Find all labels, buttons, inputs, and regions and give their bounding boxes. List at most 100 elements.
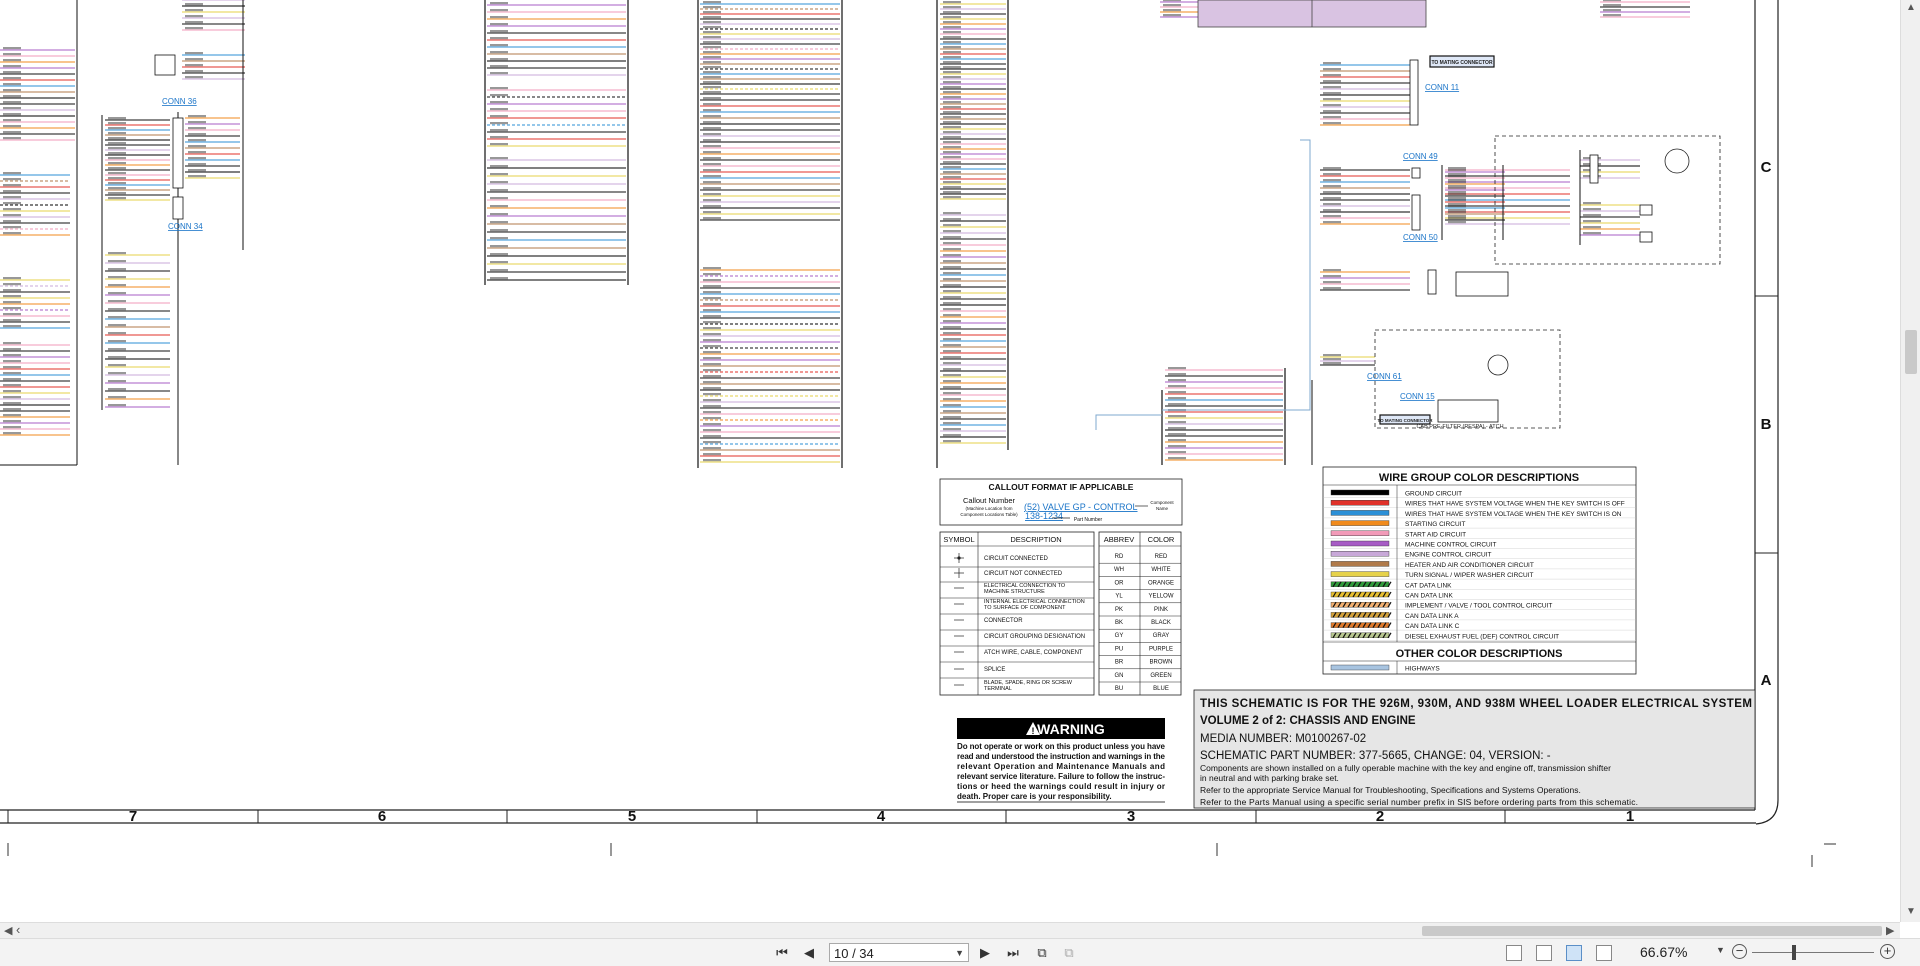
horizontal-scroll-thumb[interactable] bbox=[1422, 926, 1882, 936]
symbol-desc-9: SPLICE bbox=[984, 667, 1005, 673]
abbrev-code: BU bbox=[1115, 686, 1123, 692]
continuous-facing-view-icon[interactable] bbox=[1596, 945, 1612, 961]
svg-text:Part Number: Part Number bbox=[1074, 517, 1103, 523]
abbrev-code: OR bbox=[1115, 580, 1125, 586]
scroll-left-icon[interactable]: ◀ bbox=[4, 924, 12, 937]
abbrev-color-name: BLACK bbox=[1151, 620, 1171, 626]
abbrev-color-name: BLUE bbox=[1153, 686, 1169, 692]
row-label-c: C bbox=[1761, 159, 1772, 176]
scroll-right-icon[interactable]: ▶ bbox=[1886, 924, 1894, 937]
title-line-2: VOLUME 2 of 2: CHASSIS AND ENGINE bbox=[1200, 715, 1416, 727]
symbol-desc-1: CIRCUIT NOT CONNECTED bbox=[984, 571, 1063, 577]
abbrev-color-name: GREEN bbox=[1150, 673, 1171, 679]
svg-text:CALLOUT FORMAT IF APPLICABLE: CALLOUT FORMAT IF APPLICABLE bbox=[989, 482, 1134, 492]
wire-group-legend: WIRE GROUP COLOR DESCRIPTIONS GROUND CIR… bbox=[1322, 466, 1637, 675]
previous-page-button[interactable]: ◀ bbox=[800, 944, 818, 962]
continuous-view-icon[interactable] bbox=[1536, 945, 1552, 961]
vertical-scroll-thumb[interactable] bbox=[1905, 330, 1917, 374]
wire-group-label: HEATER AND AIR CONDITIONER CIRCUIT bbox=[1405, 562, 1534, 569]
facing-view-icon[interactable] bbox=[1566, 945, 1582, 961]
conn-label-36: CONN 36 bbox=[162, 97, 197, 106]
wire-group-label: CAN DATA LINK C bbox=[1405, 623, 1460, 630]
svg-text:SYMBOL: SYMBOL bbox=[943, 535, 974, 544]
title-line-1: THIS SCHEMATIC IS FOR THE 926M, 930M, AN… bbox=[1200, 698, 1752, 710]
first-page-button[interactable]: ⏮ bbox=[773, 944, 791, 962]
row-label-b: B bbox=[1761, 416, 1772, 433]
abbrev-code: GY bbox=[1115, 633, 1124, 639]
abbrev-color-name: PINK bbox=[1154, 607, 1168, 613]
wire-group-label: CAN DATA LINK A bbox=[1405, 613, 1459, 620]
callout-format-box: CALLOUT FORMAT IF APPLICABLE Callout Num… bbox=[939, 478, 1183, 526]
blower-motor-symbol bbox=[1664, 148, 1690, 174]
horizontal-scrollbar[interactable]: ◀ ‹ ▶ bbox=[0, 922, 1900, 939]
svg-text:in neutral and with parking br: in neutral and with parking brake set. bbox=[1200, 773, 1339, 783]
last-page-button[interactable]: ⏭ bbox=[1004, 944, 1022, 962]
wire-group-label: WIRES THAT HAVE SYSTEM VOLTAGE WHEN THE … bbox=[1405, 511, 1622, 518]
scroll-left-chevron-icon[interactable]: ‹ bbox=[16, 922, 20, 937]
svg-text:Name: Name bbox=[1156, 506, 1169, 511]
next-page-button[interactable]: ▶ bbox=[976, 944, 994, 962]
mating-connector-box-2: TO MATING CONNECTOR bbox=[1378, 414, 1434, 425]
wire-color-swatch bbox=[1330, 500, 1390, 506]
symbol-desc-0: CIRCUIT CONNECTED bbox=[984, 556, 1049, 562]
col-label-2: 2 bbox=[1376, 808, 1384, 825]
svg-text:Components are shown installed: Components are shown installed on a full… bbox=[1200, 763, 1611, 773]
svg-text:Component: Component bbox=[1150, 500, 1174, 505]
wire-group-label: CAN DATA LINK bbox=[1405, 593, 1453, 600]
module-label: CAB PRE-FILTER (RESPA) - ATCH bbox=[1416, 424, 1503, 430]
page-number-field[interactable]: 10 / 34 ▼ bbox=[829, 943, 969, 962]
page-indicator: 10 / 34 bbox=[834, 946, 874, 961]
wire-color-swatch bbox=[1330, 551, 1390, 557]
zoom-value: 66.67% bbox=[1640, 944, 1688, 960]
scroll-down-icon[interactable]: ▼ bbox=[1905, 906, 1917, 918]
conn-label-15: CONN 15 bbox=[1400, 392, 1435, 401]
wire-color-swatch bbox=[1330, 561, 1390, 567]
goto-next-view-icon[interactable]: ⧉ bbox=[1060, 944, 1078, 962]
wire-color-swatch bbox=[1330, 520, 1390, 526]
svg-text:read and understood the instru: read and understood the instruction and … bbox=[957, 752, 1166, 761]
zoom-slider-thumb[interactable] bbox=[1792, 945, 1796, 960]
abbrev-code: RD bbox=[1115, 554, 1124, 560]
col-label-6: 6 bbox=[378, 808, 386, 825]
title-block: THIS SCHEMATIC IS FOR THE 926M, 930M, AN… bbox=[1193, 689, 1756, 809]
abbrev-color-name: WHITE bbox=[1151, 567, 1170, 573]
symbol-desc-3: MACHINE STRUCTURE bbox=[984, 589, 1045, 595]
svg-text:Do not operate or work on this: Do not operate or work on this product u… bbox=[957, 742, 1166, 751]
goto-previous-view-icon[interactable]: ⧉ bbox=[1033, 944, 1051, 962]
row-label-a: A bbox=[1761, 672, 1772, 689]
chevron-down-icon[interactable]: ▼ bbox=[955, 944, 964, 963]
abbrev-code: WH bbox=[1114, 567, 1124, 573]
zoom-out-icon[interactable]: − bbox=[1732, 944, 1747, 959]
column-ticks bbox=[7, 810, 1506, 823]
wire-group-label: CAT DATA LINK bbox=[1405, 582, 1452, 589]
svg-text:DESCRIPTION: DESCRIPTION bbox=[1010, 535, 1061, 544]
vertical-scrollbar[interactable]: ▲ ▼ bbox=[1900, 0, 1920, 922]
title-line-4: SCHEMATIC PART NUMBER: 377-5665, CHANGE:… bbox=[1200, 750, 1551, 762]
svg-text:TO MATING CONNECTOR: TO MATING CONNECTOR bbox=[1378, 418, 1434, 423]
zoom-slider-track[interactable] bbox=[1752, 952, 1874, 953]
wire-group-label: ENGINE CONTROL CIRCUIT bbox=[1405, 552, 1491, 559]
schematic-page: TO MATING CONNECTOR TO MATING CONNECTOR … bbox=[0, 0, 1836, 867]
warning-title: WARNING bbox=[1037, 721, 1105, 737]
conn-label-61: CONN 61 bbox=[1367, 372, 1402, 381]
title-line-3: MEDIA NUMBER: M0100267-02 bbox=[1200, 733, 1366, 745]
abbrev-color-name: BROWN bbox=[1150, 660, 1173, 666]
col-label-7: 7 bbox=[129, 808, 137, 825]
svg-text:138-1234: 138-1234 bbox=[1025, 511, 1063, 521]
document-viewport[interactable]: TO MATING CONNECTOR TO MATING CONNECTOR … bbox=[0, 0, 1900, 922]
mating-connector-box-1: TO MATING CONNECTOR bbox=[1429, 55, 1495, 68]
wire-color-swatch bbox=[1330, 489, 1390, 496]
single-page-view-icon[interactable] bbox=[1506, 945, 1522, 961]
svg-text:Component Locations Table): Component Locations Table) bbox=[960, 512, 1018, 517]
wire-group-label: IMPLEMENT / VALVE / TOOL CONTROL CIRCUIT bbox=[1405, 603, 1552, 610]
abbrev-code: PK bbox=[1115, 607, 1123, 613]
abbrev-code: GN bbox=[1115, 673, 1124, 679]
zoom-dropdown-icon[interactable]: ▼ bbox=[1716, 945, 1725, 955]
wire-color-swatch bbox=[1330, 510, 1390, 516]
abbrev-code: BR bbox=[1115, 660, 1124, 666]
abbrev-color-table: ABBREV COLOR RD RED WH WHITE OR ORANGE YL YELLO… bbox=[1098, 531, 1182, 696]
scroll-up-icon[interactable]: ▲ bbox=[1905, 2, 1917, 14]
abbrev-color-name: RED bbox=[1155, 554, 1168, 560]
zoom-in-icon[interactable]: + bbox=[1880, 944, 1895, 959]
symbol-desc-7: CIRCUIT GROUPING DESIGNATION bbox=[984, 634, 1085, 640]
